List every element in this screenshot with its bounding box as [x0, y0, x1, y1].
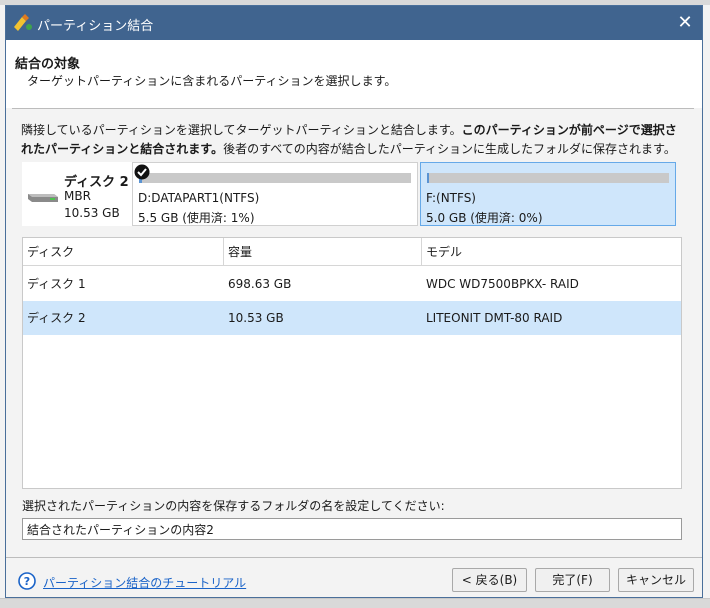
disk-info[interactable]: ディスク 2 MBR 10.53 GB	[22, 162, 132, 226]
partition-usage-fill	[427, 173, 429, 183]
partition-f[interactable]: F:(NTFS) 5.0 GB (使用済: 0%)	[420, 162, 676, 226]
cell-disk: ディスク 2	[27, 311, 86, 325]
tutorial-link[interactable]: パーティション結合のチュートリアル	[43, 574, 246, 591]
column-header-model[interactable]: モデル	[422, 238, 681, 266]
back-button[interactable]: < 戻る(B)	[452, 568, 527, 592]
disk-map: ディスク 2 MBR 10.53 GB D:DATAPART1(NTFS) 5.…	[22, 162, 676, 226]
title-bar: パーティション結合 ✕	[6, 6, 702, 40]
partition-d[interactable]: D:DATAPART1(NTFS) 5.5 GB (使用済: 1%)	[132, 162, 418, 226]
partition-usage-bar	[427, 173, 669, 183]
partition-name: D:DATAPART1(NTFS)	[138, 191, 260, 205]
instruction-part-1: 隣接しているパーティションを選択してターゲットパーティションと結合します。	[21, 123, 462, 137]
cell-model: LITEONIT DMT-80 RAID	[426, 311, 563, 325]
cell-model: WDC WD7500BPKX- RAID	[426, 277, 579, 291]
cancel-button[interactable]: キャンセル	[618, 568, 694, 592]
folder-name-label: 選択されたパーティションの内容を保存するフォルダの名を設定してください:	[22, 499, 445, 513]
close-button[interactable]: ✕	[668, 6, 702, 40]
instruction-part-2: 後者のすべての内容が結合したパーティションに生成したフォルダに保存されます。	[223, 142, 676, 156]
page-subtitle: ターゲットパーティションに含まれるパーティションを選択します。	[27, 74, 397, 88]
app-icon	[12, 13, 34, 33]
column-header-disk[interactable]: ディスク	[23, 238, 224, 266]
checkmark-icon	[134, 164, 150, 180]
table-row-selected[interactable]: ディスク 2 10.53 GB LITEONIT DMT-80 RAID	[23, 301, 681, 335]
help-icon[interactable]: ?	[18, 572, 36, 590]
partition-name: F:(NTFS)	[426, 191, 476, 205]
column-header-capacity[interactable]: 容量	[224, 238, 422, 266]
page-title: 結合の対象	[15, 57, 81, 72]
cell-capacity: 698.63 GB	[228, 277, 292, 291]
instruction-text: 隣接しているパーティションを選択してターゲットパーティションと結合します。このパ…	[21, 121, 686, 159]
footer-divider	[6, 557, 702, 558]
partition-usage: 5.5 GB (使用済: 1%)	[138, 211, 255, 225]
disk-table: ディスク 容量 モデル ディスク 1 698.63 GB WDC WD7500B…	[22, 237, 682, 489]
wizard-header: 結合の対象 ターゲットパーティションに含まれるパーティションを選択します。	[6, 40, 702, 108]
window-title: パーティション結合	[37, 19, 154, 34]
partition-usage-bar	[139, 173, 411, 183]
disk-name: ディスク 2	[64, 175, 129, 190]
hard-disk-icon	[26, 190, 60, 204]
header-divider	[12, 108, 694, 109]
cell-disk: ディスク 1	[27, 277, 86, 291]
partition-usage: 5.0 GB (使用済: 0%)	[426, 211, 543, 225]
finish-button[interactable]: 完了(F)	[535, 568, 610, 592]
cell-capacity: 10.53 GB	[228, 311, 284, 325]
disk-size: 10.53 GB	[64, 206, 120, 220]
svg-text:?: ?	[24, 575, 30, 588]
disk-type: MBR	[64, 189, 91, 203]
table-row[interactable]: ディスク 1 698.63 GB WDC WD7500BPKX- RAID	[23, 267, 681, 301]
folder-name-input[interactable]	[22, 518, 682, 540]
